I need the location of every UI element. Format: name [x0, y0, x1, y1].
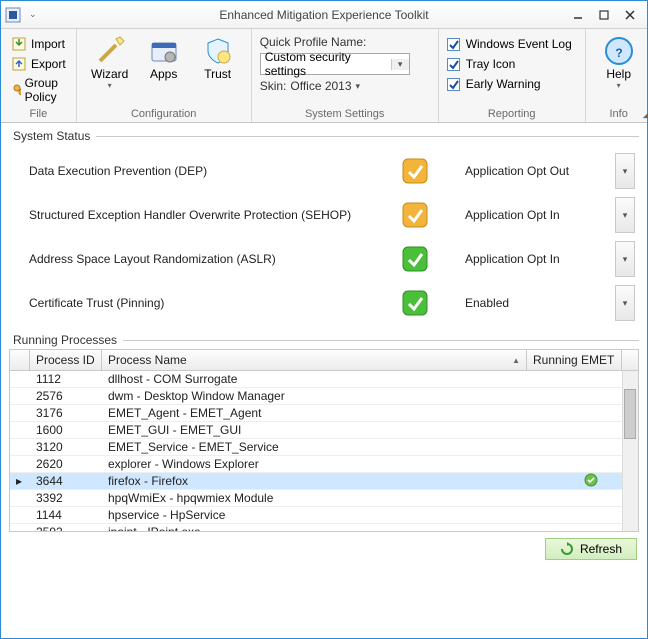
- table-row[interactable]: ▸3644firefox - Firefox: [10, 473, 638, 490]
- tray-icon-checkbox[interactable]: Tray Icon: [447, 57, 577, 71]
- chevron-down-icon: ▾: [617, 81, 621, 90]
- pid-cell: 3176: [30, 406, 102, 420]
- pname-cell: dwm - Desktop Window Manager: [102, 389, 543, 403]
- early-warning-checkbox[interactable]: Early Warning: [447, 77, 577, 91]
- chevron-down-icon: ▾: [108, 81, 112, 90]
- process-table: Process ID Process Name▲ Running EMET 11…: [9, 349, 639, 532]
- ribbon: Import Export Group Policy File Wizard ▾: [1, 29, 647, 123]
- row-handle: ▸: [10, 474, 30, 488]
- system-settings-group-label: System Settings: [260, 105, 430, 120]
- maximize-button[interactable]: [591, 5, 617, 25]
- pname-cell: EMET_Service - EMET_Service: [102, 440, 543, 454]
- skin-label: Skin:: [260, 79, 287, 93]
- status-check-icon: [365, 245, 465, 273]
- sort-asc-icon: ▲: [512, 356, 520, 365]
- pname-header[interactable]: Process Name▲: [102, 350, 527, 370]
- table-row[interactable]: 3120EMET_Service - EMET_Service: [10, 439, 638, 456]
- status-check-icon: [365, 201, 465, 229]
- help-button[interactable]: ? Help ▾: [594, 33, 644, 92]
- title-bar: ⌄ Enhanced Mitigation Experience Toolkit: [1, 1, 647, 29]
- table-row[interactable]: 1600EMET_GUI - EMET_GUI: [10, 422, 638, 439]
- pid-cell: 1144: [30, 508, 102, 522]
- svg-text:?: ?: [615, 46, 622, 60]
- trust-button[interactable]: Trust: [193, 33, 243, 83]
- status-value: Application Opt In: [465, 208, 615, 222]
- status-row: Structured Exception Handler Overwrite P…: [29, 195, 635, 235]
- pid-cell: 2592: [30, 525, 102, 531]
- pname-cell: ipoint - IPoint.exe: [102, 525, 543, 531]
- import-button[interactable]: Import: [9, 35, 68, 53]
- running-processes-section: Running Processes: [9, 333, 639, 347]
- configuration-group-label: Configuration: [85, 105, 243, 120]
- event-log-checkbox[interactable]: Windows Event Log: [447, 37, 577, 51]
- table-row[interactable]: 1144hpservice - HpService: [10, 507, 638, 524]
- row-handle-header[interactable]: [10, 350, 30, 370]
- status-dropdown-button[interactable]: ▾: [615, 153, 635, 189]
- running-emet-header[interactable]: Running EMET: [527, 350, 622, 370]
- skin-value[interactable]: Office 2013: [290, 79, 351, 93]
- pid-cell: 3392: [30, 491, 102, 505]
- window-title: Enhanced Mitigation Experience Toolkit: [219, 8, 428, 22]
- status-row: Data Execution Prevention (DEP) Applicati…: [29, 151, 635, 191]
- pname-cell: hpservice - HpService: [102, 508, 543, 522]
- status-name: Certificate Trust (Pinning): [29, 296, 365, 310]
- status-value: Application Opt In: [465, 252, 615, 266]
- vertical-scrollbar[interactable]: [622, 371, 638, 531]
- wizard-button[interactable]: Wizard ▾: [85, 33, 135, 92]
- status-name: Address Space Layout Randomization (ASLR…: [29, 252, 365, 266]
- table-row[interactable]: 2592ipoint - IPoint.exe: [10, 524, 638, 531]
- app-icon: [5, 7, 21, 23]
- table-row[interactable]: 1112dllhost - COM Surrogate: [10, 371, 638, 388]
- refresh-icon: [560, 542, 574, 556]
- status-dropdown-button[interactable]: ▾: [615, 197, 635, 233]
- pid-cell: 2576: [30, 389, 102, 403]
- close-button[interactable]: [617, 5, 643, 25]
- info-group-label: Info: [594, 105, 644, 120]
- qat-down-icon[interactable]: ⌄: [29, 9, 37, 20]
- pid-cell: 2620: [30, 457, 102, 471]
- status-check-icon: [365, 289, 465, 317]
- minimize-button[interactable]: [565, 5, 591, 25]
- pid-cell: 1600: [30, 423, 102, 437]
- pname-cell: firefox - Firefox: [102, 474, 543, 488]
- status-dropdown-button[interactable]: ▾: [615, 285, 635, 321]
- pname-cell: explorer - Windows Explorer: [102, 457, 543, 471]
- chevron-down-icon[interactable]: ▾: [356, 81, 361, 92]
- table-row[interactable]: 3176EMET_Agent - EMET_Agent: [10, 405, 638, 422]
- pid-cell: 1112: [30, 372, 102, 386]
- status-dropdown-button[interactable]: ▾: [615, 241, 635, 277]
- pname-cell: hpqWmiEx - hpqwmiex Module: [102, 491, 543, 505]
- refresh-button[interactable]: Refresh: [545, 538, 637, 560]
- table-row[interactable]: 2620explorer - Windows Explorer: [10, 456, 638, 473]
- quick-profile-label: Quick Profile Name:: [260, 35, 430, 49]
- pid-cell: 3120: [30, 440, 102, 454]
- pname-cell: dllhost - COM Surrogate: [102, 372, 543, 386]
- group-policy-button[interactable]: Group Policy: [9, 75, 68, 105]
- system-status-section: System Status: [9, 129, 639, 143]
- status-value: Application Opt Out: [465, 164, 615, 178]
- apps-button[interactable]: Apps: [139, 33, 189, 83]
- pid-header[interactable]: Process ID: [30, 350, 102, 370]
- quick-profile-combo[interactable]: Custom security settings ▾: [260, 53, 410, 75]
- status-name: Data Execution Prevention (DEP): [29, 164, 365, 178]
- export-button[interactable]: Export: [9, 55, 68, 73]
- scroll-header: [622, 350, 638, 370]
- dialog-launcher-icon[interactable]: ◢: [643, 109, 648, 120]
- status-value: Enabled: [465, 296, 615, 310]
- status-row: Certificate Trust (Pinning) Enabled▾: [29, 283, 635, 323]
- reporting-group-label: Reporting: [447, 105, 577, 120]
- file-group-label: File: [9, 105, 68, 120]
- table-row[interactable]: 2576dwm - Desktop Window Manager: [10, 388, 638, 405]
- pname-cell: EMET_GUI - EMET_GUI: [102, 423, 543, 437]
- pid-cell: 3644: [30, 474, 102, 488]
- table-row[interactable]: 3392hpqWmiEx - hpqwmiex Module: [10, 490, 638, 507]
- status-check-icon: [365, 157, 465, 185]
- status-name: Structured Exception Handler Overwrite P…: [29, 208, 365, 222]
- chevron-down-icon[interactable]: ▾: [391, 59, 409, 70]
- pname-cell: EMET_Agent - EMET_Agent: [102, 406, 543, 420]
- status-row: Address Space Layout Randomization (ASLR…: [29, 239, 635, 279]
